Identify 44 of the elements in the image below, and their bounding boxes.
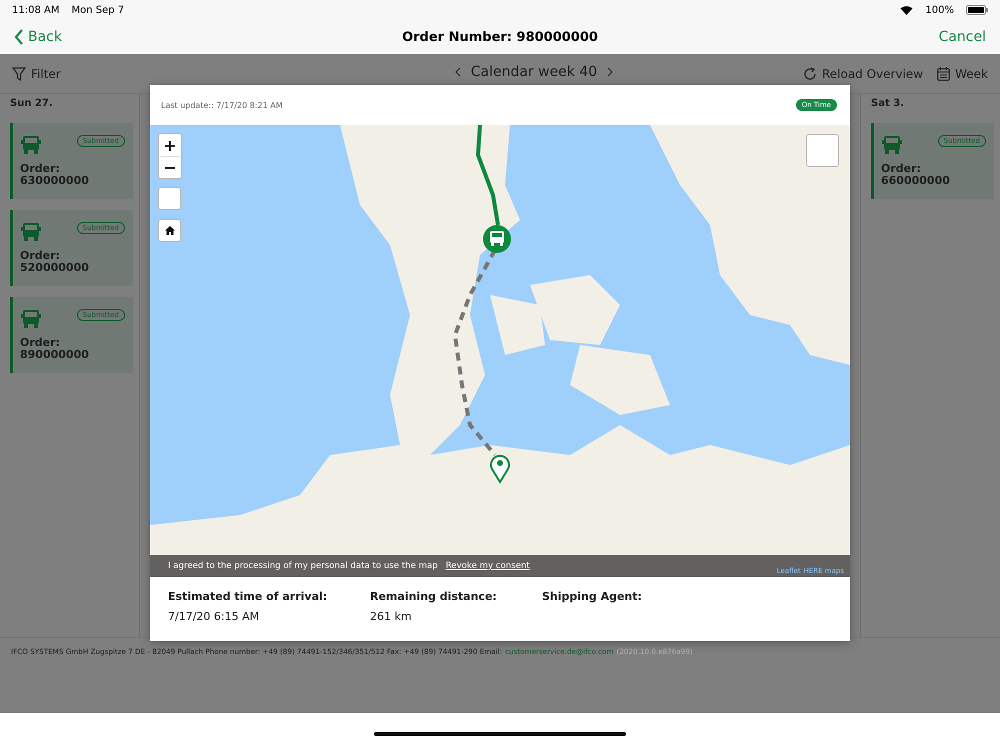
status-time: 11:08 AM xyxy=(12,4,60,16)
truck-icon xyxy=(20,135,42,155)
reload-icon xyxy=(802,67,817,81)
filter-button[interactable]: Filter xyxy=(12,67,61,81)
consent-text: I agreed to the processing of my personal data to use the map xyxy=(168,561,438,571)
detail-label: Remaining distance: xyxy=(370,590,498,603)
truck-icon xyxy=(881,135,903,155)
revoke-consent-link[interactable]: Revoke my consent xyxy=(446,561,530,571)
truck-icon xyxy=(20,309,42,329)
cancel-button[interactable]: Cancel xyxy=(938,29,986,45)
order-number: 520000000 xyxy=(20,262,90,274)
order-number: 630000000 xyxy=(20,175,90,187)
pin-icon xyxy=(490,454,510,483)
detail-value: 7/17/20 6:15 AM xyxy=(168,610,260,623)
previous-week-button[interactable] xyxy=(454,67,461,77)
filter-icon xyxy=(12,67,26,81)
order-label: Order: xyxy=(20,163,61,175)
battery-percentage: 100% xyxy=(925,4,954,16)
nav-title: Order Number: 980000000 xyxy=(402,30,598,44)
chevron-left-icon xyxy=(14,29,24,45)
next-week-button[interactable] xyxy=(607,67,614,77)
home-button[interactable] xyxy=(158,219,181,242)
order-number: 890000000 xyxy=(20,349,90,361)
week-view-button[interactable]: Week xyxy=(937,67,988,81)
battery-icon xyxy=(966,5,988,15)
truck-marker-icon xyxy=(483,225,511,253)
last-update: Last update:: 7/17/20 8:21 AM xyxy=(161,100,283,110)
order-label: Order: xyxy=(20,337,61,349)
detail-label: Estimated time of arrival: xyxy=(168,590,328,603)
order-label: Order: xyxy=(881,163,922,175)
day-heading: Sun 27. xyxy=(10,98,54,111)
order-number: 660000000 xyxy=(881,175,951,187)
status-date: Mon Sep 7 xyxy=(71,4,124,16)
detail-label: Shipping Agent: xyxy=(542,590,643,603)
back-button[interactable]: Back xyxy=(14,29,62,45)
calendar-icon xyxy=(937,67,950,81)
calendar-week-title: Calendar week 40 xyxy=(470,64,598,80)
truck-icon xyxy=(20,222,42,242)
detail-value: 261 km xyxy=(370,610,413,623)
home-icon xyxy=(164,226,174,235)
order-label: Order: xyxy=(20,250,61,262)
day-heading: Sat 3. xyxy=(871,98,905,111)
reload-button[interactable]: Reload Overview xyxy=(802,67,924,81)
wifi-icon xyxy=(900,5,914,15)
